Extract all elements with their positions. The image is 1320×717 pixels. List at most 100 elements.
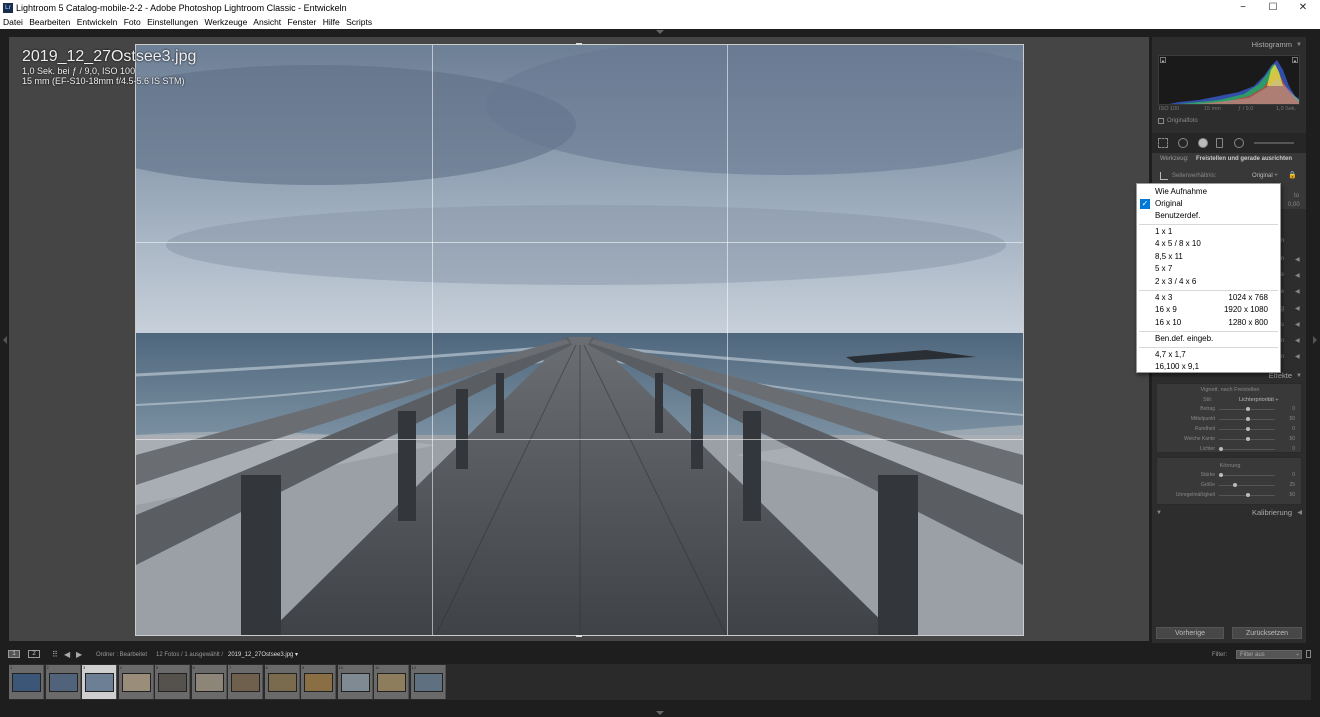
filmstrip-thumbnail[interactable]: 7 (228, 665, 263, 699)
dropdown-item-2x3[interactable]: 2 x 3 / 4 x 6 (1137, 276, 1280, 288)
filmstrip-thumbnail[interactable]: 6 (191, 665, 227, 699)
dropdown-item-enter-custom[interactable]: Ben.def. eingeb. (1137, 333, 1280, 345)
dropdown-item-16x9[interactable]: 16 x 9 1920 x 1080 (1137, 304, 1280, 316)
grid-view-icon[interactable]: ⠿ (52, 648, 58, 662)
filmstrip-thumbnail[interactable]: 10 (337, 665, 373, 699)
bottom-panel-toggle-icon[interactable] (656, 711, 664, 715)
slider-track[interactable] (1219, 493, 1275, 497)
slider-knob[interactable] (1246, 493, 1250, 497)
filmstrip-thumbnail[interactable]: 2 (45, 665, 81, 699)
histogram[interactable]: ▲ ▲ (1158, 55, 1300, 105)
spot-removal-tool-icon[interactable] (1178, 138, 1188, 148)
filmstrip-thumbnail[interactable]: 8 (264, 665, 300, 699)
aspect-ratio-dropdown[interactable]: Wie Aufnahme ✓ Original Benutzerdef. 1 x … (1136, 183, 1281, 373)
photo-crop-area[interactable] (135, 44, 1024, 636)
dropdown-item-16x10[interactable]: 16 x 10 1280 x 800 (1137, 317, 1280, 329)
dropdown-item-4x3[interactable]: 4 x 3 1024 x 768 (1137, 292, 1280, 304)
filter-lock-icon[interactable] (1306, 650, 1311, 658)
forward-arrow-icon[interactable]: ▶ (76, 648, 82, 662)
radial-filter-icon[interactable] (1234, 138, 1244, 148)
slider-track[interactable] (1219, 437, 1275, 441)
menu-entwickeln[interactable]: Entwickeln (77, 17, 118, 27)
crop-handle-top[interactable] (576, 43, 582, 45)
window-1-button[interactable]: 1 (8, 650, 20, 658)
style-select[interactable]: Lichterpriorität ÷ (1239, 397, 1278, 403)
filmstrip-thumbnail[interactable]: 4 (118, 665, 154, 699)
filmstrip-thumbnail[interactable]: 1 (9, 665, 44, 699)
filmstrip-thumbnail[interactable]: 5 (155, 665, 190, 699)
shadow-clipping-icon[interactable]: ▲ (1160, 57, 1166, 63)
filmstrip-thumbnail[interactable]: 3 (82, 665, 117, 699)
dropdown-item-label: 8,5 x 11 (1155, 252, 1183, 261)
calibration-header[interactable]: Kalibrierung ◀ ▼ (1152, 507, 1306, 519)
crop-tool-icon[interactable] (1158, 138, 1168, 148)
brush-tool-slider[interactable] (1254, 142, 1294, 144)
left-panel-toggle-icon[interactable] (3, 336, 7, 344)
menu-werkzeuge[interactable]: Werkzeuge (205, 17, 248, 27)
slider-knob[interactable] (1246, 427, 1250, 431)
window-2-button[interactable]: 2 (28, 650, 40, 658)
filmstrip-toolbar: 1 2 ⠿ ◀ ▶ Ordner : Bearbeitet 12 Fotos /… (0, 648, 1320, 662)
slider-knob[interactable] (1219, 447, 1223, 451)
dropdown-item-as-shot[interactable]: Wie Aufnahme (1137, 186, 1280, 198)
slider-value: 50 (1289, 492, 1295, 498)
dropdown-item-5x7[interactable]: 5 x 7 (1137, 263, 1280, 275)
filmstrip: 1 2 3 4 5 6 7 8 9 10 11 12 (9, 664, 1311, 700)
original-photo-checkbox[interactable] (1158, 118, 1164, 124)
slider-track[interactable] (1219, 483, 1275, 487)
dropdown-item-16-100x9-1[interactable]: 16,100 x 9,1 (1137, 361, 1280, 373)
slider-track[interactable] (1219, 473, 1275, 477)
dropdown-item-4-7x1-7[interactable]: 4,7 x 1,7 (1137, 349, 1280, 361)
crop-angle-icon[interactable] (1160, 172, 1168, 180)
histogram-header[interactable]: Histogramm ▼ (1152, 39, 1306, 51)
dropdown-item-original[interactable]: ✓ Original (1137, 198, 1280, 210)
filmstrip-thumbnail[interactable]: 12 (410, 665, 446, 699)
crop-grid-line (727, 45, 728, 635)
hist-iso: ISO 100 (1159, 106, 1180, 112)
graduated-filter-icon[interactable] (1216, 138, 1223, 148)
menu-datei[interactable]: Datei (3, 17, 23, 27)
slider-knob[interactable] (1232, 483, 1237, 487)
filmstrip-source-path[interactable]: Ordner : Bearbeitet (96, 648, 147, 662)
dropdown-item-1x1[interactable]: 1 x 1 (1137, 226, 1280, 238)
collapse-triangle-icon: ▼ (1296, 42, 1302, 48)
thumbnail-image (194, 673, 224, 692)
menu-foto[interactable]: Foto (124, 17, 141, 27)
dropdown-item-custom[interactable]: Benutzerdef. (1137, 210, 1280, 222)
slider-track[interactable] (1219, 417, 1275, 421)
menu-ansicht[interactable]: Ansicht (253, 17, 281, 27)
menu-einstellungen[interactable]: Einstellungen (147, 17, 198, 27)
slider-knob[interactable] (1219, 473, 1223, 477)
back-arrow-icon[interactable]: ◀ (64, 648, 70, 662)
highlight-clipping-icon[interactable]: ▲ (1292, 57, 1298, 63)
slider-track[interactable] (1219, 407, 1275, 411)
menu-bearbeiten[interactable]: Bearbeiten (29, 17, 70, 27)
aspect-lock-icon[interactable]: 🔒 (1288, 171, 1297, 179)
menu-hilfe[interactable]: Hilfe (323, 17, 340, 27)
close-button[interactable]: ✕ (1288, 0, 1318, 16)
dropdown-item-4x5[interactable]: 4 x 5 / 8 x 10 (1137, 238, 1280, 250)
slider-knob[interactable] (1246, 417, 1250, 421)
dropdown-item-label: 4 x 5 / 8 x 10 (1155, 239, 1201, 248)
previous-button[interactable]: Vorherige (1156, 627, 1224, 639)
reset-button[interactable]: Zurücksetzen (1232, 627, 1302, 639)
slider-knob[interactable] (1246, 437, 1250, 441)
minimize-button[interactable]: − (1228, 0, 1258, 16)
filmstrip-thumbnail[interactable]: 11 (374, 665, 409, 699)
redeye-tool-icon[interactable] (1198, 138, 1208, 148)
top-panel-toggle-icon[interactable] (656, 30, 664, 34)
filter-select[interactable]: Filter aus ÷ (1236, 650, 1302, 659)
slider-track[interactable] (1219, 427, 1275, 431)
thumbnail-number: 2 (46, 665, 49, 670)
maximize-button[interactable]: ☐ (1258, 0, 1288, 16)
slider-track[interactable] (1219, 447, 1275, 451)
slider-knob[interactable] (1246, 407, 1250, 411)
dropdown-item-8-5x11[interactable]: 8,5 x 11 (1137, 251, 1280, 263)
filmstrip-current-file[interactable]: 2019_12_27Ostsee3.jpg ▾ (228, 648, 298, 662)
menu-fenster[interactable]: Fenster (288, 17, 317, 27)
menu-scripts[interactable]: Scripts (346, 17, 372, 27)
filmstrip-thumbnail[interactable]: 9 (301, 665, 336, 699)
right-panel-toggle-icon[interactable] (1313, 336, 1317, 344)
crop-handle-bottom[interactable] (576, 635, 582, 637)
aspect-ratio-select[interactable]: Original ÷ (1252, 173, 1278, 179)
